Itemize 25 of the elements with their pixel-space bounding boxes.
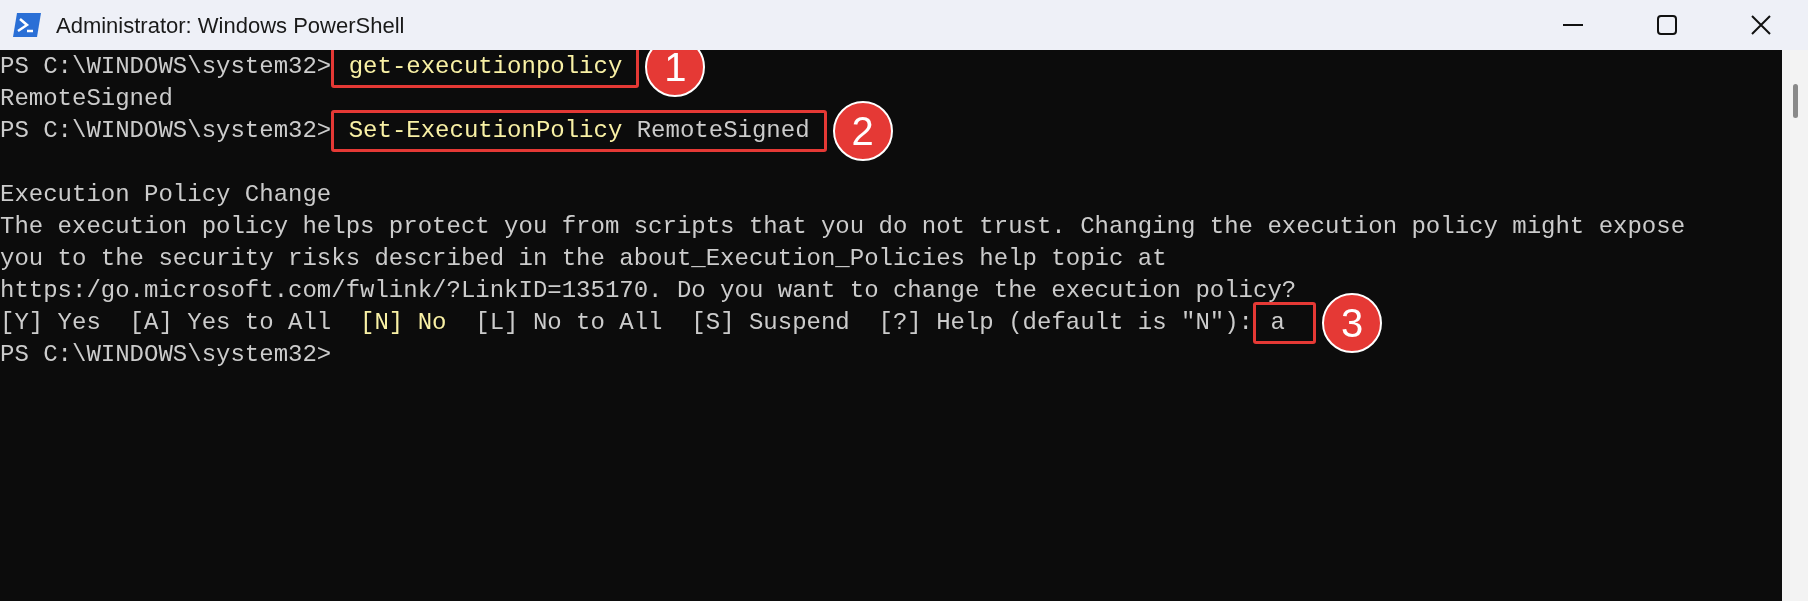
step-badge: 2 bbox=[832, 101, 893, 161]
terminal-text: Execution Policy Change bbox=[0, 180, 332, 210]
minimize-icon bbox=[1562, 23, 1584, 27]
scrollbar[interactable] bbox=[1782, 50, 1808, 601]
step-badge: 1 bbox=[645, 50, 706, 97]
maximize-icon bbox=[1656, 14, 1678, 36]
terminal-text: RemoteSigned bbox=[636, 116, 810, 146]
terminal-text: The execution policy helps protect you from scripts that you do not trust. Changing the execution policy might expose bbox=[0, 212, 1686, 242]
terminal-text: PS C:\WINDOWS\system32> bbox=[0, 52, 332, 82]
terminal-text: RemoteSigned bbox=[0, 84, 173, 114]
terminal-text: https:/go.microsoft.com/fwlink/?LinkID=135170. Do you want to change the execution policy? bbox=[0, 276, 1297, 306]
terminal-text: PS C:\WINDOWS\system32> bbox=[0, 340, 332, 370]
terminal-text: Set-ExecutionPolicy bbox=[347, 116, 624, 146]
terminal-text: [Y] Yes [A] Yes to All bbox=[0, 308, 333, 338]
terminal-text: get-executionpolicy bbox=[347, 52, 623, 82]
close-icon bbox=[1750, 14, 1772, 36]
terminal-text: [L] No to All [S] Suspend [?] Help (default is "N"): bbox=[474, 308, 1253, 338]
terminal-text: you to the security risks described in the about_Execution_Policies help topic at bbox=[0, 244, 1167, 274]
window-title: Administrator: Windows PowerShell bbox=[56, 11, 405, 40]
terminal-text: PS C:\WINDOWS\system32> bbox=[0, 116, 332, 146]
terminal-text: [N] No bbox=[360, 308, 447, 338]
step-badge: 3 bbox=[1322, 293, 1383, 353]
terminal-text: a bbox=[1269, 308, 1286, 338]
scrollbar-thumb[interactable] bbox=[1792, 84, 1798, 118]
terminal-icon bbox=[12, 12, 42, 38]
